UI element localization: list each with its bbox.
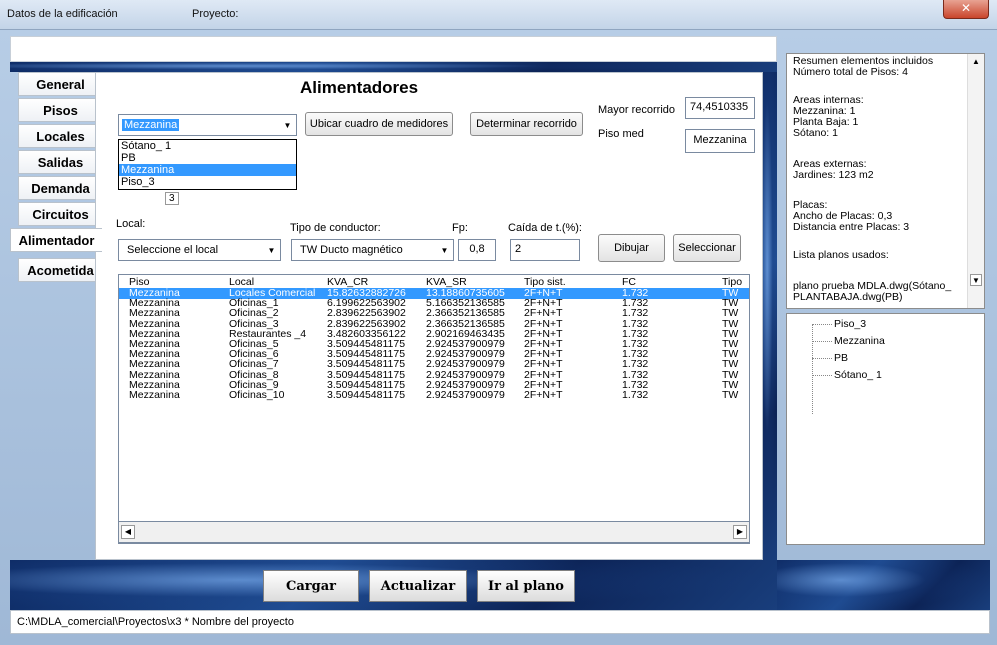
actualizar-button[interactable]: Actualizar: [369, 570, 467, 602]
decorative-banner-top: [10, 62, 777, 72]
window-subtitle: Proyecto:: [192, 8, 239, 20]
caida-label: Caída de t.(%):: [508, 222, 582, 234]
tab-salidas[interactable]: Salidas: [18, 150, 102, 174]
fp-label: Fp:: [452, 222, 468, 234]
table-header: Piso Local KVA_CR KVA_SR Tipo sist. FC T…: [119, 277, 749, 288]
table-cell: TW: [722, 390, 739, 401]
status-bar: C:\MDLA_comercial\Proyectos\x3 * Nombre …: [10, 610, 990, 634]
chevron-down-icon[interactable]: ▼: [436, 240, 453, 260]
cargar-button[interactable]: Cargar: [263, 570, 359, 602]
table-cell: 2.924537900979: [426, 390, 505, 401]
feeders-table[interactable]: Piso Local KVA_CR KVA_SR Tipo sist. FC T…: [118, 274, 750, 544]
piso-med-label: Piso med: [598, 128, 644, 140]
floor-option[interactable]: Mezzanina: [119, 164, 296, 176]
summary-line: Número total de Pisos: 4: [793, 66, 908, 78]
tree-connector: [812, 358, 832, 359]
tipo-conductor-value: TW Ducto magnético: [300, 244, 403, 256]
column-header[interactable]: KVA_CR: [327, 277, 368, 288]
local-select-value: Seleccione el local: [127, 244, 219, 256]
decorative-banner-right: [777, 560, 990, 610]
tipo-conductor-label: Tipo de conductor:: [290, 222, 381, 234]
tab-locales[interactable]: Locales: [18, 124, 102, 148]
tab-alimentador[interactable]: Alimentador: [10, 228, 102, 252]
local-select[interactable]: Seleccione el local ▼: [118, 239, 281, 261]
tree-node[interactable]: PB: [834, 352, 848, 364]
tab-demanda[interactable]: Demanda: [18, 176, 102, 200]
top-strip: [10, 36, 777, 62]
summary-line: Sótano: 1: [793, 127, 838, 139]
fp-field[interactable]: 0,8: [458, 239, 496, 261]
mayor-recorrido-field[interactable]: 74,4510335: [685, 97, 755, 119]
tab-circuitos[interactable]: Circuitos: [18, 202, 102, 226]
floor-tree[interactable]: Piso_3 Mezzanina PB Sótano_ 1: [786, 313, 985, 545]
floor-option[interactable]: PB: [119, 152, 296, 164]
summary-line: Jardines: 123 m2: [793, 169, 874, 181]
ir-al-plano-button[interactable]: Ir al plano: [477, 570, 575, 602]
table-cell: 3.509445481175: [327, 390, 406, 401]
tree-connector: [812, 324, 832, 325]
table-cell: Oficinas_10: [229, 390, 285, 401]
page-title: Alimentadores: [300, 78, 419, 97]
ubicar-medidores-button[interactable]: Ubicar cuadro de medidores: [305, 112, 453, 136]
local-label: Local:: [116, 218, 146, 230]
dibujar-button[interactable]: Dibujar: [598, 234, 665, 262]
summary-line: Distancia entre Placas: 3: [793, 221, 910, 233]
column-header[interactable]: Piso: [129, 277, 149, 288]
scroll-up-icon[interactable]: ▲: [970, 56, 982, 68]
tab-acometida[interactable]: Acometida: [18, 258, 102, 282]
floor-option[interactable]: Sótano_ 1: [119, 140, 296, 152]
summary-line: Lista planos usados:: [793, 249, 889, 261]
floor-dropdown-list: Sótano_ 1 PB Mezzanina Piso_3: [118, 139, 297, 190]
table-cell: 2F+N+T: [524, 390, 563, 401]
determinar-recorrido-button[interactable]: Determinar recorrido: [470, 112, 583, 136]
floor-select[interactable]: Mezzanina ▼: [118, 114, 297, 136]
horizontal-scrollbar[interactable]: ◀ ▶: [118, 521, 750, 543]
tree-connector: [812, 324, 813, 414]
status-path: C:\MDLA_comercial\Proyectos\x3 * Nombre …: [17, 616, 294, 628]
column-header[interactable]: Local: [229, 277, 254, 288]
partial-hidden-tab: 3: [165, 192, 179, 205]
floor-select-value: Mezzanina: [122, 119, 180, 131]
column-header[interactable]: Tipo sist.: [524, 277, 566, 288]
scroll-down-icon[interactable]: ▼: [970, 274, 982, 286]
chevron-down-icon[interactable]: ▼: [279, 115, 296, 135]
seleccionar-button[interactable]: Seleccionar: [673, 234, 741, 262]
floor-option[interactable]: Piso_3: [119, 176, 296, 188]
column-header[interactable]: FC: [622, 277, 636, 288]
piso-med-field[interactable]: Mezzanina: [685, 129, 755, 153]
summary-textbox[interactable]: Resumen elementos incluidos Número total …: [786, 53, 985, 309]
tipo-conductor-select[interactable]: TW Ducto magnético ▼: [291, 239, 454, 261]
tree-node[interactable]: Sótano_ 1: [834, 369, 882, 381]
tab-general[interactable]: General: [18, 72, 102, 96]
tree-node[interactable]: Piso_3: [834, 318, 866, 330]
chevron-down-icon[interactable]: ▼: [263, 240, 280, 260]
caida-field[interactable]: 2: [510, 239, 580, 261]
scroll-right-icon[interactable]: ▶: [733, 525, 747, 539]
tree-connector: [812, 375, 832, 376]
close-button[interactable]: ✕: [943, 0, 989, 19]
vertical-scrollbar[interactable]: ▲ ▼: [967, 54, 984, 308]
close-icon: ✕: [960, 1, 972, 15]
tree-node[interactable]: Mezzanina: [834, 335, 885, 347]
summary-line: PLANTABAJA.dwg(PB): [793, 291, 903, 303]
tab-pisos[interactable]: Pisos: [18, 98, 102, 122]
table-cell: 1.732: [622, 390, 649, 401]
table-row[interactable]: Mezzanina Oficinas_10 3.509445481175 2.9245…: [119, 390, 749, 401]
scroll-left-icon[interactable]: ◀: [121, 525, 135, 539]
column-header[interactable]: Tipo: [722, 277, 742, 288]
decorative-banner-side: [763, 72, 777, 560]
tree-connector: [812, 341, 832, 342]
title-bar: Datos de la edificación Proyecto:: [0, 0, 997, 30]
mayor-recorrido-label: Mayor recorrido: [598, 104, 676, 116]
column-header[interactable]: KVA_SR: [426, 277, 467, 288]
window-title: Datos de la edificación: [7, 8, 118, 20]
table-cell: Mezzanina: [129, 390, 180, 401]
